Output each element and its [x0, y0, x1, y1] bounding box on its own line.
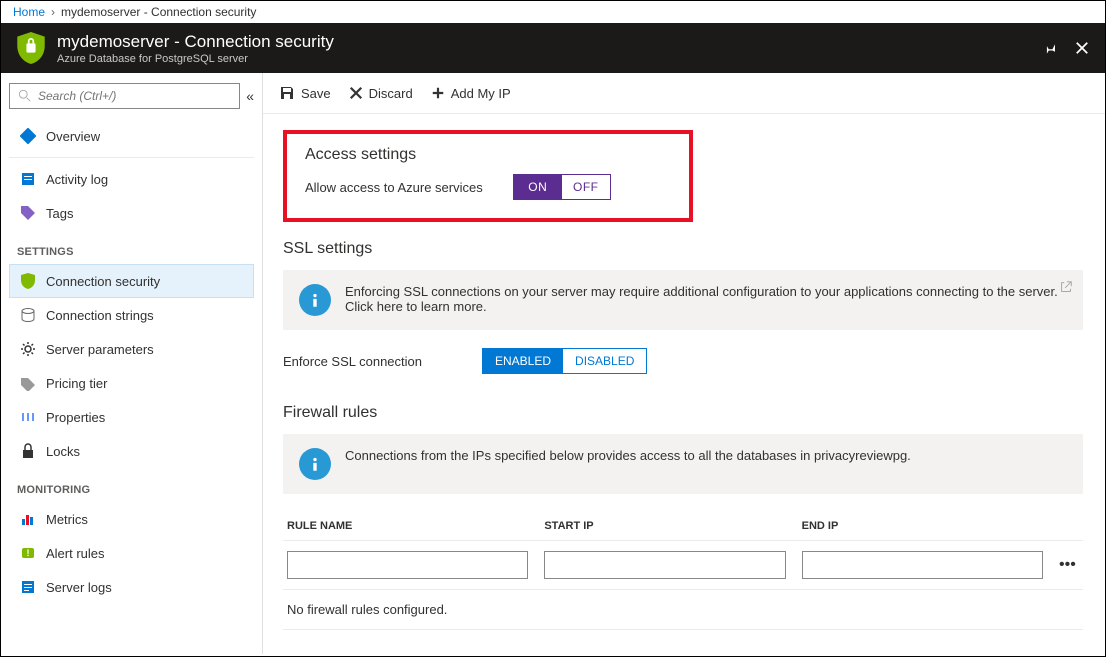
sidebar-item-label: Server logs	[46, 580, 112, 595]
svg-text:!: !	[27, 548, 30, 558]
toggle-on[interactable]: ON	[514, 175, 562, 199]
firewall-empty-message: No firewall rules configured.	[283, 589, 1083, 630]
toolbar: Save Discard Add My IP	[263, 73, 1105, 114]
chevron-right-icon: ›	[51, 5, 55, 19]
info-icon	[299, 284, 331, 316]
ssl-info-box: Enforcing SSL connections on your server…	[283, 270, 1083, 330]
save-button[interactable]: Save	[279, 85, 331, 101]
start-ip-input[interactable]	[544, 551, 785, 579]
search-icon	[18, 89, 32, 103]
search-placeholder: Search (Ctrl+/)	[38, 89, 116, 103]
row-menu-icon[interactable]: •••	[1059, 556, 1079, 574]
properties-icon	[20, 409, 36, 425]
logs-icon	[20, 579, 36, 595]
sidebar: Search (Ctrl+/) « Overview Activity log …	[1, 73, 263, 654]
access-settings-title: Access settings	[305, 146, 671, 164]
sidebar-item-label: Tags	[46, 206, 73, 221]
firewall-new-row: •••	[283, 541, 1083, 589]
toggle-enabled[interactable]: ENABLED	[483, 349, 563, 373]
firewall-rules-title: Firewall rules	[283, 404, 1085, 422]
access-settings-section: Access settings Allow access to Azure se…	[283, 130, 693, 222]
sidebar-item-tags[interactable]: Tags	[9, 196, 254, 230]
rule-name-input[interactable]	[287, 551, 528, 579]
sidebar-item-activity-log[interactable]: Activity log	[9, 162, 254, 196]
discard-button[interactable]: Discard	[349, 86, 413, 101]
sidebar-item-label: Connection security	[46, 274, 160, 289]
metrics-icon	[20, 511, 36, 527]
breadcrumb-current: mydemoserver - Connection security	[61, 5, 256, 19]
col-rule-name: RULE NAME	[287, 520, 528, 532]
sidebar-item-metrics[interactable]: Metrics	[9, 502, 254, 536]
discard-icon	[349, 86, 363, 100]
breadcrumb-home[interactable]: Home	[13, 5, 45, 19]
ssl-settings-title: SSL settings	[283, 240, 1085, 258]
sidebar-item-alert-rules[interactable]: ! Alert rules	[9, 536, 254, 570]
sidebar-item-pricing-tier[interactable]: Pricing tier	[9, 366, 254, 400]
sidebar-item-connection-strings[interactable]: Connection strings	[9, 298, 254, 332]
info-icon	[299, 448, 331, 480]
tag-icon	[20, 205, 36, 221]
shield-icon	[17, 32, 45, 64]
enforce-ssl-label: Enforce SSL connection	[283, 354, 422, 369]
sidebar-item-locks[interactable]: Locks	[9, 434, 254, 468]
log-icon	[20, 171, 36, 187]
firewall-info-box: Connections from the IPs specified below…	[283, 434, 1083, 494]
sidebar-item-label: Locks	[46, 444, 80, 459]
add-my-ip-button[interactable]: Add My IP	[431, 86, 511, 101]
overview-icon	[20, 128, 36, 144]
close-icon[interactable]	[1075, 41, 1089, 55]
toggle-disabled[interactable]: DISABLED	[563, 349, 646, 373]
sidebar-item-label: Activity log	[46, 172, 108, 187]
lock-icon	[20, 443, 36, 459]
gear-icon	[20, 341, 36, 357]
connection-icon	[20, 307, 36, 323]
col-end-ip: END IP	[802, 520, 1043, 532]
save-icon	[279, 85, 295, 101]
allow-azure-toggle[interactable]: ON OFF	[513, 174, 611, 200]
sidebar-item-label: Overview	[46, 129, 100, 144]
alert-icon: !	[20, 545, 36, 561]
shield-small-icon	[20, 273, 36, 289]
sidebar-item-connection-security[interactable]: Connection security	[9, 264, 254, 298]
toggle-off[interactable]: OFF	[562, 175, 610, 199]
discard-label: Discard	[369, 86, 413, 101]
collapse-icon[interactable]: «	[246, 88, 254, 104]
sidebar-item-server-logs[interactable]: Server logs	[9, 570, 254, 604]
pin-icon[interactable]	[1043, 41, 1057, 55]
sidebar-item-label: Alert rules	[46, 546, 105, 561]
firewall-info-text: Connections from the IPs specified below…	[345, 448, 911, 463]
breadcrumb: Home › mydemoserver - Connection securit…	[1, 1, 1105, 23]
allow-azure-label: Allow access to Azure services	[305, 180, 483, 195]
sidebar-item-properties[interactable]: Properties	[9, 400, 254, 434]
page-header: mydemoserver - Connection security Azure…	[1, 23, 1105, 73]
main-content: Save Discard Add My IP Access settings A…	[263, 73, 1105, 654]
search-input[interactable]: Search (Ctrl+/)	[9, 83, 240, 109]
page-title: mydemoserver - Connection security	[57, 32, 334, 52]
sidebar-item-label: Pricing tier	[46, 376, 107, 391]
firewall-table: RULE NAME START IP END IP ••• No firewal…	[283, 512, 1083, 630]
sidebar-item-label: Metrics	[46, 512, 88, 527]
end-ip-input[interactable]	[802, 551, 1043, 579]
sidebar-item-label: Properties	[46, 410, 105, 425]
add-ip-label: Add My IP	[451, 86, 511, 101]
ssl-info-text: Enforcing SSL connections on your server…	[345, 284, 1067, 314]
save-label: Save	[301, 86, 331, 101]
col-start-ip: START IP	[544, 520, 785, 532]
sidebar-item-overview[interactable]: Overview	[9, 119, 254, 153]
sidebar-item-label: Connection strings	[46, 308, 154, 323]
sidebar-group-settings: SETTINGS	[17, 246, 246, 258]
pricing-icon	[20, 375, 36, 391]
sidebar-group-monitoring: MONITORING	[17, 484, 246, 496]
page-subtitle: Azure Database for PostgreSQL server	[57, 53, 334, 65]
enforce-ssl-toggle[interactable]: ENABLED DISABLED	[482, 348, 647, 374]
sidebar-item-label: Server parameters	[46, 342, 154, 357]
plus-icon	[431, 86, 445, 100]
external-link-icon[interactable]	[1059, 280, 1073, 294]
sidebar-item-server-parameters[interactable]: Server parameters	[9, 332, 254, 366]
